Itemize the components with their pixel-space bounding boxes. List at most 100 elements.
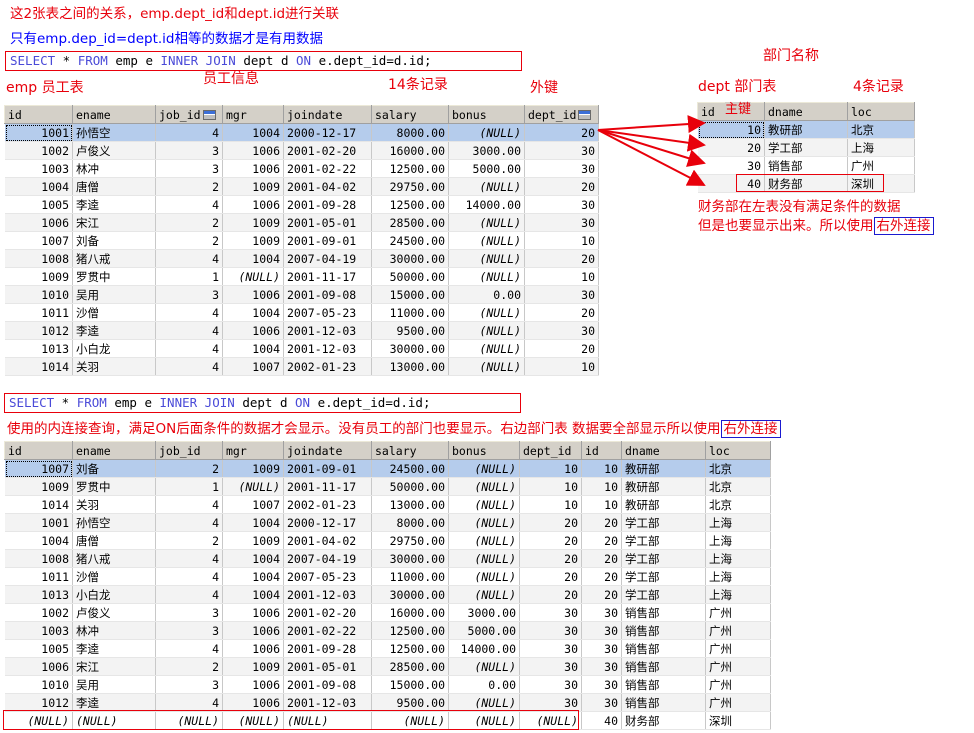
table-cell[interactable]: 1003 [4,159,73,178]
table-cell[interactable]: (NULL) [448,531,520,550]
table-row[interactable]: 1008 猪八戒 4 1004 2007-04-19 30000.00 (NULL) 20 [4,249,599,268]
table-cell[interactable]: (NULL) [222,477,284,496]
table-cell[interactable]: 1004 [222,303,284,322]
table-cell[interactable]: 11000.00 [371,567,449,586]
table-cell[interactable]: 2007-04-19 [283,549,372,568]
table-cell[interactable]: 1006 [222,141,284,160]
table-cell[interactable]: 罗贯中 [72,267,156,286]
table-cell[interactable]: 刘备 [72,231,156,250]
table-cell[interactable]: 40 [581,711,622,730]
table-cell[interactable]: 宋江 [72,657,156,676]
table-cell[interactable]: 20 [581,531,622,550]
table-cell[interactable]: 1005 [4,639,73,658]
table-cell[interactable]: 唐僧 [72,177,156,196]
table-cell[interactable]: 28500.00 [371,657,449,676]
table-cell[interactable]: (NULL) [448,123,525,142]
table-cell[interactable]: 2000-12-17 [283,123,372,142]
table-cell[interactable]: 30000.00 [371,339,449,358]
table-cell[interactable]: 30 [524,195,599,214]
table-cell[interactable]: (NULL) [448,513,520,532]
column-header-bonus[interactable]: bonus [448,105,525,124]
table-cell[interactable]: (NULL) [371,711,449,730]
table-cell[interactable]: 11000.00 [371,303,449,322]
column-header-mgr[interactable]: mgr [222,441,284,460]
table-cell[interactable]: 30 [581,657,622,676]
table-cell[interactable]: 1004 [222,585,284,604]
table-cell[interactable]: 1001 [4,123,73,142]
table-cell[interactable]: 1003 [4,621,73,640]
table-cell[interactable]: 30 [524,321,599,340]
table-cell[interactable]: 1009 [222,177,284,196]
table-cell[interactable]: 销售部 [621,639,706,658]
table-cell[interactable]: (NULL) [519,711,582,730]
table-row[interactable]: 1008 猪八戒 4 1004 2007-04-19 30000.00 (NULL) 20 20… [4,549,771,568]
table-cell[interactable]: 30 [581,675,622,694]
table-cell[interactable]: 13000.00 [371,357,449,376]
table-cell[interactable]: 沙僧 [72,567,156,586]
column-header-id[interactable]: id [4,105,73,124]
table-cell[interactable]: (NULL) [448,495,520,514]
table-cell[interactable]: 20 [524,177,599,196]
table-cell[interactable]: 1011 [4,567,73,586]
table-cell[interactable]: 林冲 [72,159,156,178]
table-row[interactable]: 1006 宋江 2 1009 2001-05-01 28500.00 (NULL) 30 30 销… [4,657,771,676]
table-cell[interactable]: 广州 [705,603,771,622]
table-cell[interactable]: 1009 [222,231,284,250]
table-row[interactable]: 20 学工部 上海 [697,138,915,157]
table-cell[interactable]: 30 [581,621,622,640]
table-cell[interactable]: 0.00 [448,675,520,694]
table-cell[interactable]: (NULL) [448,459,520,478]
table-cell[interactable]: 学工部 [764,138,848,157]
table-row[interactable]: 1007 刘备 2 1009 2001-09-01 24500.00 (NULL) 10 10 教… [4,459,771,478]
table-cell[interactable]: 9500.00 [371,321,449,340]
table-cell[interactable]: 3 [155,159,223,178]
table-cell[interactable]: 30 [581,693,622,712]
table-cell[interactable]: 20 [519,513,582,532]
table-row[interactable]: 1005 李逵 4 1006 2001-09-28 12500.00 14000.00 30 [4,195,599,214]
table-cell[interactable]: 销售部 [621,603,706,622]
table-cell[interactable]: 4 [155,321,223,340]
table-cell[interactable]: 10 [519,495,582,514]
table-cell[interactable]: 李逵 [72,321,156,340]
table-cell[interactable]: 10 [524,357,599,376]
table-cell[interactable]: (NULL) [448,213,525,232]
table-cell[interactable]: (NULL) [448,321,525,340]
table-row[interactable]: 1011 沙僧 4 1004 2007-05-23 11000.00 (NULL) 20 20 学… [4,567,771,586]
table-cell[interactable]: 唐僧 [72,531,156,550]
table-cell[interactable]: 1002 [4,141,73,160]
table-cell[interactable]: 1012 [4,321,73,340]
table-cell[interactable]: 2001-02-20 [283,603,372,622]
table-cell[interactable]: 15000.00 [371,675,449,694]
column-header-id[interactable]: id [581,441,622,460]
table-cell[interactable]: 4 [155,585,223,604]
table-cell[interactable]: 20 [519,567,582,586]
table-cell[interactable]: 2001-11-17 [283,477,372,496]
table-cell[interactable]: 16000.00 [371,603,449,622]
table-cell[interactable]: 1001 [4,513,73,532]
table-cell[interactable]: 4 [155,303,223,322]
table-cell[interactable]: 1004 [222,567,284,586]
table-cell[interactable]: 1012 [4,693,73,712]
table-cell[interactable]: 2 [155,459,223,478]
table-cell[interactable]: 销售部 [621,693,706,712]
column-header-bonus[interactable]: bonus [448,441,520,460]
table-row[interactable]: 1003 林冲 3 1006 2001-02-22 12500.00 5000.00 30 [4,159,599,178]
table-cell[interactable]: 8000.00 [371,123,449,142]
table-cell[interactable]: 13000.00 [371,495,449,514]
table-cell[interactable]: 3 [155,621,223,640]
column-header-ename[interactable]: ename [72,105,156,124]
table-cell[interactable]: 1006 [222,603,284,622]
table-cell[interactable]: (NULL) [448,267,525,286]
table-cell[interactable]: 北京 [705,495,771,514]
table-cell[interactable]: 1006 [4,657,73,676]
table-cell[interactable]: 1006 [222,693,284,712]
table-cell[interactable]: 2 [155,231,223,250]
table-cell[interactable]: 30 [519,675,582,694]
column-filter-icon[interactable] [202,110,216,120]
table-cell[interactable]: 小白龙 [72,339,156,358]
table-cell[interactable]: 20 [524,303,599,322]
table-cell[interactable]: 1007 [4,459,73,478]
table-cell[interactable]: 上海 [847,138,915,157]
table-row[interactable]: 40 财务部 深圳 [697,174,915,193]
column-header-dept_id[interactable]: dept_id [524,105,599,124]
